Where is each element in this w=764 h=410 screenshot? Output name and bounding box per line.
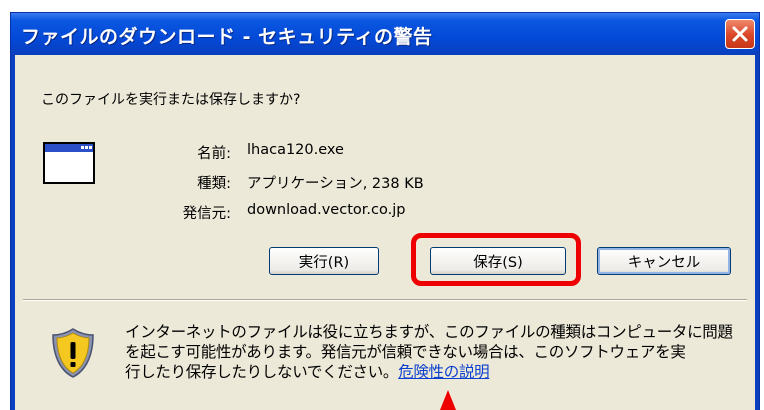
window-title: ファイルのダウンロード - セキュリティの警告 — [21, 26, 433, 48]
warning-shield-icon — [52, 328, 94, 378]
risk-explanation-link[interactable]: 危険性の説明 — [398, 363, 490, 381]
warning-message: インターネットのファイルは役に立ちますが、このファイルの種類はコンピュータに問題… — [125, 322, 751, 382]
type-value: アプリケーション, 238 KB — [247, 176, 424, 192]
from-value: download.vector.co.jp — [247, 202, 406, 218]
run-button[interactable]: 実行(R) — [269, 247, 379, 275]
dialog-body: このファイルを実行または保存しますか? 名前: lhaca120.exe 種類:… — [15, 55, 755, 410]
close-icon — [732, 26, 748, 42]
application-window-icon — [43, 142, 95, 184]
question-text: このファイルを実行または保存しますか? — [41, 92, 301, 108]
name-value: lhaca120.exe — [247, 142, 344, 158]
close-button[interactable] — [725, 19, 755, 49]
name-label: 名前: — [197, 146, 231, 162]
cancel-button[interactable]: キャンセル — [597, 247, 731, 275]
security-warning-dialog: ファイルのダウンロード - セキュリティの警告 このファイルを実行または保存しま… — [10, 12, 760, 410]
save-button-highlight — [411, 233, 581, 286]
from-label: 発信元: — [182, 206, 231, 222]
type-label: 種類: — [197, 176, 231, 192]
divider — [23, 299, 747, 301]
pointer-arrow — [440, 390, 456, 410]
title-bar[interactable]: ファイルのダウンロード - セキュリティの警告 — [11, 13, 759, 55]
